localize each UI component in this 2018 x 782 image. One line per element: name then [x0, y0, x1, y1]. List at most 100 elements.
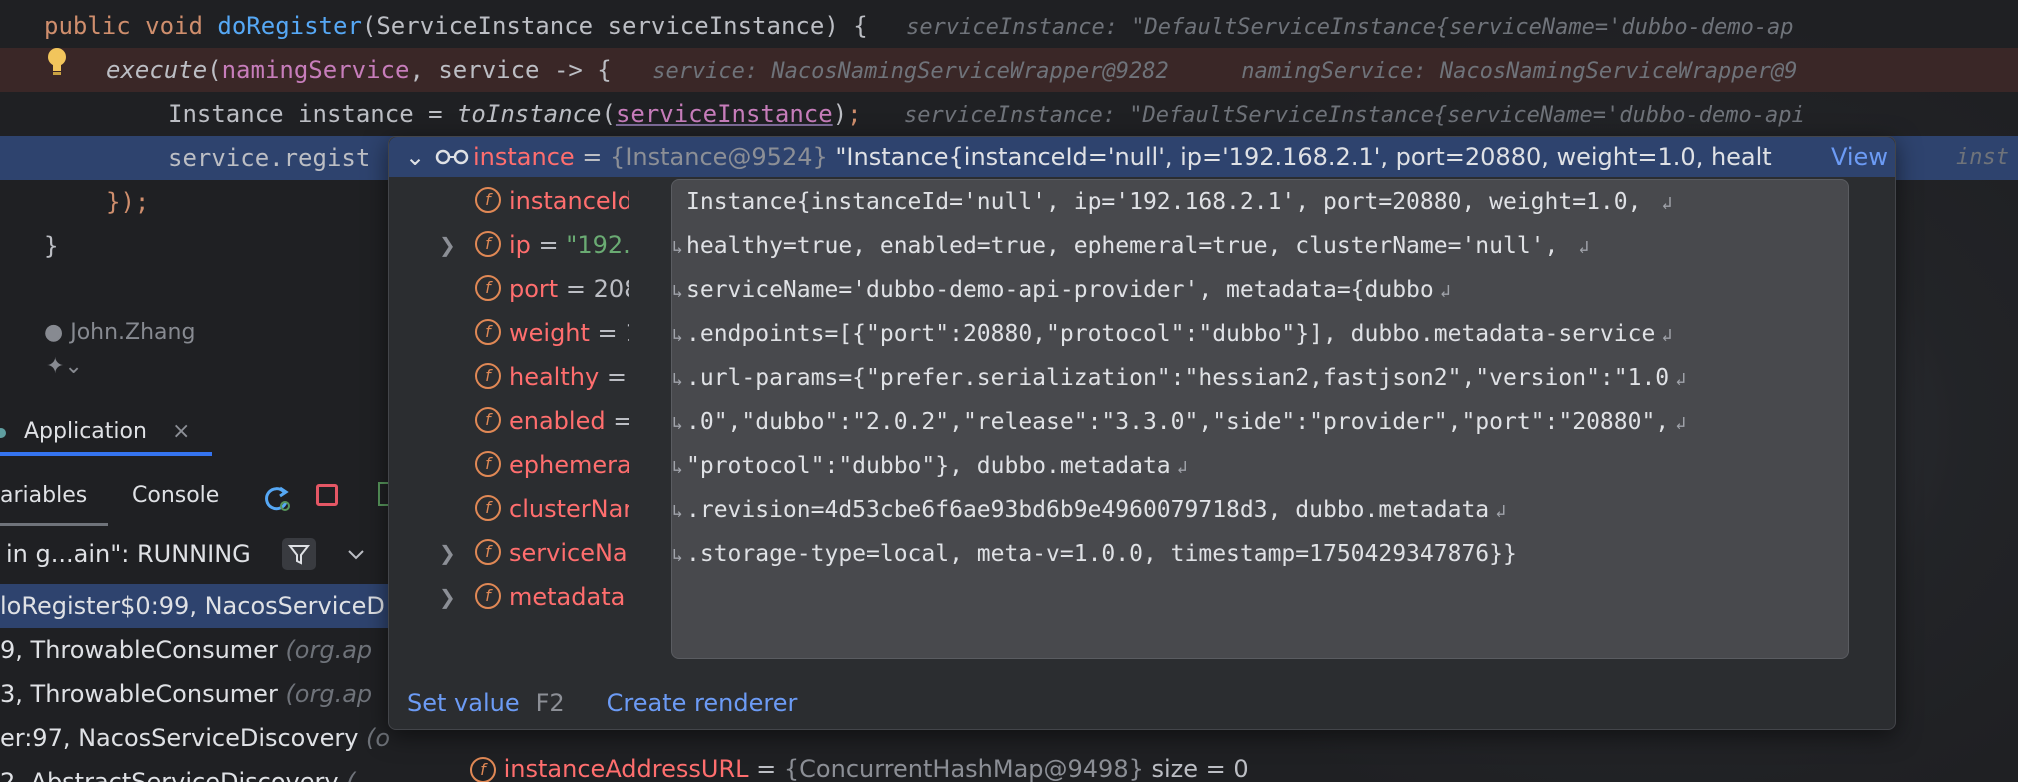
chevron-right-icon[interactable]: ❯: [439, 531, 456, 575]
decl-text: Instance instance =: [168, 100, 457, 128]
field-icon: f: [475, 187, 501, 213]
lightbulb-icon[interactable]: [46, 47, 68, 77]
field-name: healthy: [509, 363, 600, 391]
chevron-down-icon[interactable]: [346, 548, 366, 562]
tooltip-text: .endpoints=[{"port":20880,"protocol":"du…: [686, 321, 1656, 347]
tooltip-text: .0","dubbo":"2.0.2","release":"3.3.0","s…: [686, 409, 1670, 435]
field-row-metadata[interactable]: ❯ f metadata = {: [389, 575, 629, 619]
arg-naming-service: namingService: [221, 56, 410, 84]
chevron-right-icon[interactable]: ❯: [439, 223, 456, 267]
variable-inspector-popup[interactable]: ⌄ instance = {Instance@9524} "Instance{i…: [388, 136, 1896, 730]
paren-open: (: [207, 56, 222, 84]
chevron-down-icon[interactable]: ⌄: [405, 137, 425, 177]
tab-console[interactable]: Console: [132, 470, 219, 522]
equals: =: [574, 143, 611, 171]
field-value: "192.168: [566, 231, 629, 259]
variable-name: instance: [473, 143, 575, 171]
paren-close: ): [832, 100, 848, 128]
tooltip-text: .revision=4d53cbe6f6ae93bd6b9e4960079718…: [686, 497, 1490, 523]
variable-name: instanceAddressURL: [503, 755, 749, 782]
method-close: }: [44, 232, 59, 260]
view-link[interactable]: View: [1831, 137, 1888, 177]
inline-value-hint: inst: [1956, 145, 2009, 170]
wrap-in-icon: ↳: [672, 325, 683, 346]
thread-label: in g...ain": RUNNING: [6, 540, 251, 568]
frame-text: 2, AbstractServiceDiscovery: [0, 768, 347, 782]
field-row-ip[interactable]: ❯ f ip = "192.168: [389, 223, 629, 267]
frame-package: (o: [366, 724, 390, 752]
code-line-3[interactable]: Instance instance = toInstance( serviceIn…: [0, 92, 2018, 136]
field-row-clusterName[interactable]: f clusterName: [389, 487, 629, 531]
field-row-serviceName[interactable]: ❯ f serviceName: [389, 531, 629, 575]
create-renderer-link[interactable]: Create renderer: [607, 689, 798, 717]
vcs-icon[interactable]: ✦⌄: [46, 354, 83, 379]
variable-type: {ConcurrentHashMap@9498}: [783, 755, 1144, 782]
wrap-icon: ↲: [1495, 501, 1506, 522]
close-icon[interactable]: ×: [172, 408, 190, 456]
set-value-link[interactable]: Set value: [407, 689, 520, 717]
resume-icon[interactable]: [378, 482, 388, 506]
field-row-weight[interactable]: f weight = 1.0: [389, 311, 629, 355]
application-icon: [0, 428, 6, 438]
frame-text: er:97, NacosServiceDiscovery: [0, 724, 367, 752]
wrap-in-icon: ↳: [672, 281, 683, 302]
method-name: doRegister: [217, 12, 362, 40]
stop-icon[interactable]: [316, 484, 338, 506]
rerun-icon[interactable]: [262, 484, 292, 512]
param-type: ServiceInstance: [376, 12, 594, 40]
wrap-icon: ↲: [1176, 457, 1188, 478]
field-row-port[interactable]: f port = 20880: [389, 267, 629, 311]
inline-value-hint: serviceInstance: "DefaultServiceInstance…: [904, 103, 1805, 128]
frame-text: loRegister$0:99, NacosServiceD: [0, 592, 385, 620]
equals: =: [748, 755, 784, 782]
debug-session-tab[interactable]: Application ×: [0, 408, 212, 456]
wrap-in-icon: ↳: [672, 369, 683, 390]
call-to-instance: toInstance: [456, 100, 602, 128]
field-name: ip: [509, 231, 531, 259]
tooltip-text: .storage-type=local, meta-v=1.0.0, times…: [686, 541, 1517, 567]
thread-selector[interactable]: in g...ain": RUNNING: [0, 532, 390, 576]
wrap-in-icon: ↳: [672, 413, 683, 434]
paren-open: (: [601, 100, 616, 128]
frame-text: 9, ThrowableConsumer: [0, 636, 286, 664]
call-execute: execute: [106, 56, 208, 84]
paren-open: (: [361, 12, 377, 40]
stack-frame[interactable]: 9, ThrowableConsumer (org.ap: [0, 628, 390, 672]
field-row-enabled[interactable]: f enabled = tru: [389, 399, 629, 443]
frame-text: 3, ThrowableConsumer: [0, 680, 286, 708]
field-row-healthy[interactable]: f healthy = tru: [389, 355, 629, 399]
value-tooltip: Instance{instanceId='null', ip='192.168.…: [671, 179, 1849, 659]
tab-label: Application: [24, 419, 147, 444]
frame-package: (: [346, 768, 356, 782]
stack-frame[interactable]: loRegister$0:99, NacosServiceD: [0, 584, 390, 628]
popup-header-row[interactable]: ⌄ instance = {Instance@9524} "Instance{i…: [389, 137, 1895, 177]
variable-row[interactable]: f instanceAddressURL = {ConcurrentHashMa…: [470, 752, 1249, 782]
code-author[interactable]: ● John.Zhang: [44, 318, 195, 348]
field-icon: f: [475, 583, 501, 609]
wrap-in-icon: ↳: [672, 237, 683, 258]
wrap-icon: ↲: [1578, 237, 1590, 258]
tab-variables[interactable]: ariables: [0, 470, 108, 526]
author-name: John.Zhang: [70, 320, 196, 345]
chevron-right-icon[interactable]: ❯: [439, 575, 456, 619]
semicolon: ;: [847, 100, 862, 128]
field-row-instanceId[interactable]: f instanceId =: [389, 179, 629, 223]
stack-frame[interactable]: er:97, NacosServiceDiscovery (o: [0, 716, 390, 760]
wrap-icon: ↲: [1439, 281, 1451, 302]
field-icon: f: [475, 275, 501, 301]
frame-package: (org.ap: [285, 680, 373, 708]
field-name: weight: [509, 319, 590, 347]
tooltip-text: serviceName='dubbo-demo-api-provider', m…: [686, 277, 1434, 303]
field-name: clusterName: [509, 495, 629, 523]
tooltip-line: ↳ .0","dubbo":"2.0.2","release":"3.3.0","…: [672, 400, 1850, 444]
field-row-ephemeral[interactable]: f ephemeral =: [389, 443, 629, 487]
stack-frame[interactable]: 2, AbstractServiceDiscovery (: [0, 760, 390, 782]
field-icon: f: [475, 231, 501, 257]
code-line-1[interactable]: public void doRegister(ServiceInstance s…: [0, 4, 2018, 48]
variable-value: "Instance{instanceId='null', ip='192.168…: [827, 143, 1773, 171]
inline-value-hint: serviceInstance: "DefaultServiceInstance…: [906, 15, 1794, 40]
filter-icon[interactable]: [282, 538, 316, 570]
tooltip-line: ↳ .storage-type=local, meta-v=1.0.0, time…: [672, 532, 1850, 576]
code-line-2[interactable]: execute(namingService, service -> { serv…: [0, 48, 2018, 92]
stack-frame[interactable]: 3, ThrowableConsumer (org.ap: [0, 672, 390, 716]
